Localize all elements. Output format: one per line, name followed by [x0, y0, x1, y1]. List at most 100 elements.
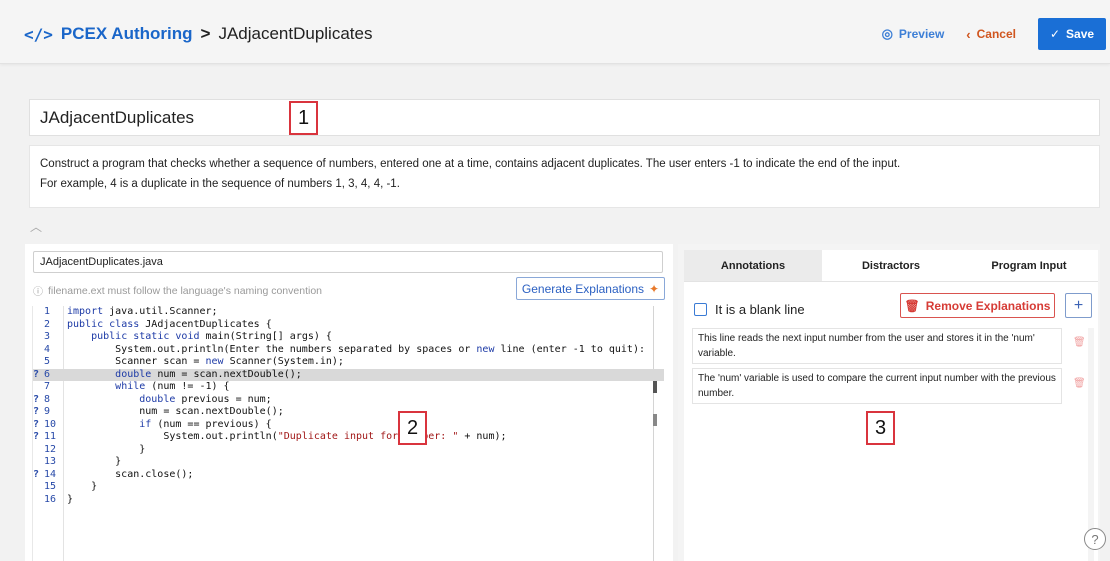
preview-label: Preview [898, 27, 945, 41]
cancel-button[interactable]: ‹ Cancel [966, 27, 1016, 42]
description-line-2: For example, 4 is a duplicate in the seq… [40, 178, 400, 190]
code-line[interactable]: 13 } [33, 456, 664, 469]
code-line[interactable]: 15 } [33, 481, 664, 494]
code-text: double previous = num; [139, 393, 272, 405]
filename-hint: ⓘ filename.ext must follow the language'… [33, 283, 322, 299]
line-number: 9 [44, 406, 51, 417]
explanation-item[interactable]: This line reads the next input number fr… [692, 328, 1062, 364]
tab-bar: Annotations Distractors Program Input [684, 250, 1098, 282]
code-line[interactable]: 7 while (num != -1) { [33, 381, 664, 394]
check-icon: ✓ [1049, 27, 1061, 41]
explanation-marker-icon[interactable]: ? [33, 369, 43, 382]
problem-description[interactable]: Construct a program that checks whether … [29, 145, 1100, 208]
line-number: 11 [44, 431, 57, 442]
explanation-marker-icon[interactable]: ? [33, 419, 43, 432]
code-text: public class JAdjacentDuplicates { [67, 318, 272, 330]
code-line[interactable]: 16} [33, 494, 664, 507]
chevron-left-icon: ‹ [966, 26, 971, 42]
code-text: import java.util.Scanner; [67, 306, 218, 317]
filename-hint-text: filename.ext must follow the language's … [48, 284, 322, 297]
remove-explanations-label: Remove Explanations [925, 298, 1051, 313]
save-label: Save [1066, 27, 1095, 41]
code-editor-panel: JAdjacentDuplicates.java ⓘ filename.ext … [25, 244, 673, 561]
code-text: while (num != -1) { [115, 381, 230, 392]
explanation-marker-icon[interactable]: ? [33, 394, 43, 407]
explanation-marker-icon[interactable]: ? [33, 406, 43, 419]
line-number: 1 [44, 306, 51, 317]
code-text: } [67, 443, 146, 455]
info-icon: ⓘ [33, 287, 43, 298]
code-line[interactable]: 5 Scanner scan = new Scanner(System.in); [33, 356, 664, 369]
code-text: } [67, 493, 74, 505]
code-text: if (num == previous) { [139, 418, 272, 430]
sparkle-icon: ✦ [649, 281, 660, 296]
line-number: 16 [44, 493, 57, 505]
code-line[interactable]: 1 import java.util.Scanner; [33, 306, 664, 319]
code-text: double num = scan.nextDouble(); [115, 368, 302, 380]
line-number: 12 [44, 443, 57, 455]
line-number: 15 [44, 481, 57, 492]
trash-icon[interactable]: 🗑 [1073, 378, 1086, 389]
code-line[interactable]: 12 } [33, 444, 664, 457]
line-number: 8 [44, 393, 51, 405]
code-line[interactable]: ? 9 num = scan.nextDouble(); [33, 406, 664, 419]
annotations-panel: Annotations Distractors Program Input It… [678, 244, 1100, 561]
description-line-1: Construct a program that checks whether … [40, 158, 901, 170]
problem-title-input[interactable]: JAdjacentDuplicates [29, 99, 1100, 136]
annotations-scrollbar[interactable] [1088, 328, 1094, 561]
code-line[interactable]: ? 6 double num = scan.nextDouble(); [33, 368, 664, 382]
blank-line-checkbox[interactable]: It is a blank line [694, 302, 805, 317]
tab-program-input[interactable]: Program Input [960, 250, 1098, 281]
checkbox-box[interactable] [694, 303, 707, 316]
trash-icon[interactable]: 🗑 [1073, 337, 1086, 348]
breadcrumb-separator: > [200, 24, 211, 43]
generate-explanations-button[interactable]: Generate Explanations ✦ [516, 277, 665, 300]
page-title: JAdjacentDuplicates [218, 24, 373, 43]
line-number: 3 [44, 331, 51, 342]
line-number: 14 [44, 468, 57, 480]
line-number: 6 [44, 368, 51, 380]
line-number: 13 [44, 456, 57, 467]
top-bar: </> PCEX Authoring > JAdjacentDuplicates… [0, 0, 1110, 64]
code-line[interactable]: ? 10 if (num == previous) { [33, 419, 664, 432]
callout-marker-1: 1 [289, 101, 318, 135]
add-explanation-button[interactable]: + [1065, 293, 1092, 318]
chevron-up-icon[interactable]: ︿ [30, 218, 42, 235]
save-button[interactable]: ✓ Save [1038, 18, 1106, 50]
blank-line-label: It is a blank line [715, 302, 805, 317]
tab-distractors[interactable]: Distractors [822, 250, 960, 281]
callout-marker-3: 3 [866, 411, 895, 445]
code-brackets-icon: </> [24, 24, 53, 44]
code-text: num = scan.nextDouble(); [67, 406, 284, 417]
line-number: 10 [44, 418, 57, 430]
help-icon[interactable]: ? [1084, 528, 1106, 550]
generate-explanations-label: Generate Explanations [521, 281, 645, 296]
code-line[interactable]: 4 System.out.println(Enter the numbers s… [33, 344, 664, 357]
code-text: System.out.println(Enter the numbers sep… [67, 343, 645, 355]
code-line[interactable]: ? 11 System.out.println("Duplicate input … [33, 431, 664, 444]
line-number: 2 [44, 318, 51, 330]
code-text: } [67, 481, 98, 492]
code-line[interactable]: ? 14 scan.close(); [33, 469, 664, 482]
explanation-item[interactable]: The 'num' variable is used to compare th… [692, 368, 1062, 404]
code-text: scan.close(); [67, 468, 194, 480]
eye-icon: ◎ [881, 26, 893, 41]
code-editor[interactable]: 1 import java.util.Scanner; 2 public class … [32, 306, 664, 561]
code-line[interactable]: 2 public class JAdjacentDuplicates { [33, 319, 664, 332]
trash-icon: 🗑 [904, 298, 920, 313]
explanation-marker-icon[interactable]: ? [33, 431, 43, 444]
code-line[interactable]: 3 public static void main(String[] args)… [33, 331, 664, 344]
code-line[interactable]: ? 8 double previous = num; [33, 394, 664, 407]
callout-marker-2: 2 [398, 411, 427, 445]
line-number: 7 [44, 381, 51, 392]
explanation-marker-icon[interactable]: ? [33, 469, 43, 482]
tab-annotations[interactable]: Annotations [684, 250, 822, 281]
code-text: public static void main(String[] args) { [91, 331, 332, 342]
preview-button[interactable]: ◎ Preview [882, 26, 945, 42]
app-name-link[interactable]: PCEX Authoring [61, 24, 193, 44]
line-number: 5 [44, 356, 51, 367]
code-text: System.out.println("Duplicate input for … [67, 431, 507, 442]
remove-explanations-button[interactable]: 🗑 Remove Explanations [900, 293, 1055, 318]
filename-input[interactable]: JAdjacentDuplicates.java [33, 251, 663, 273]
code-text: Scanner scan = new Scanner(System.in); [67, 356, 344, 367]
